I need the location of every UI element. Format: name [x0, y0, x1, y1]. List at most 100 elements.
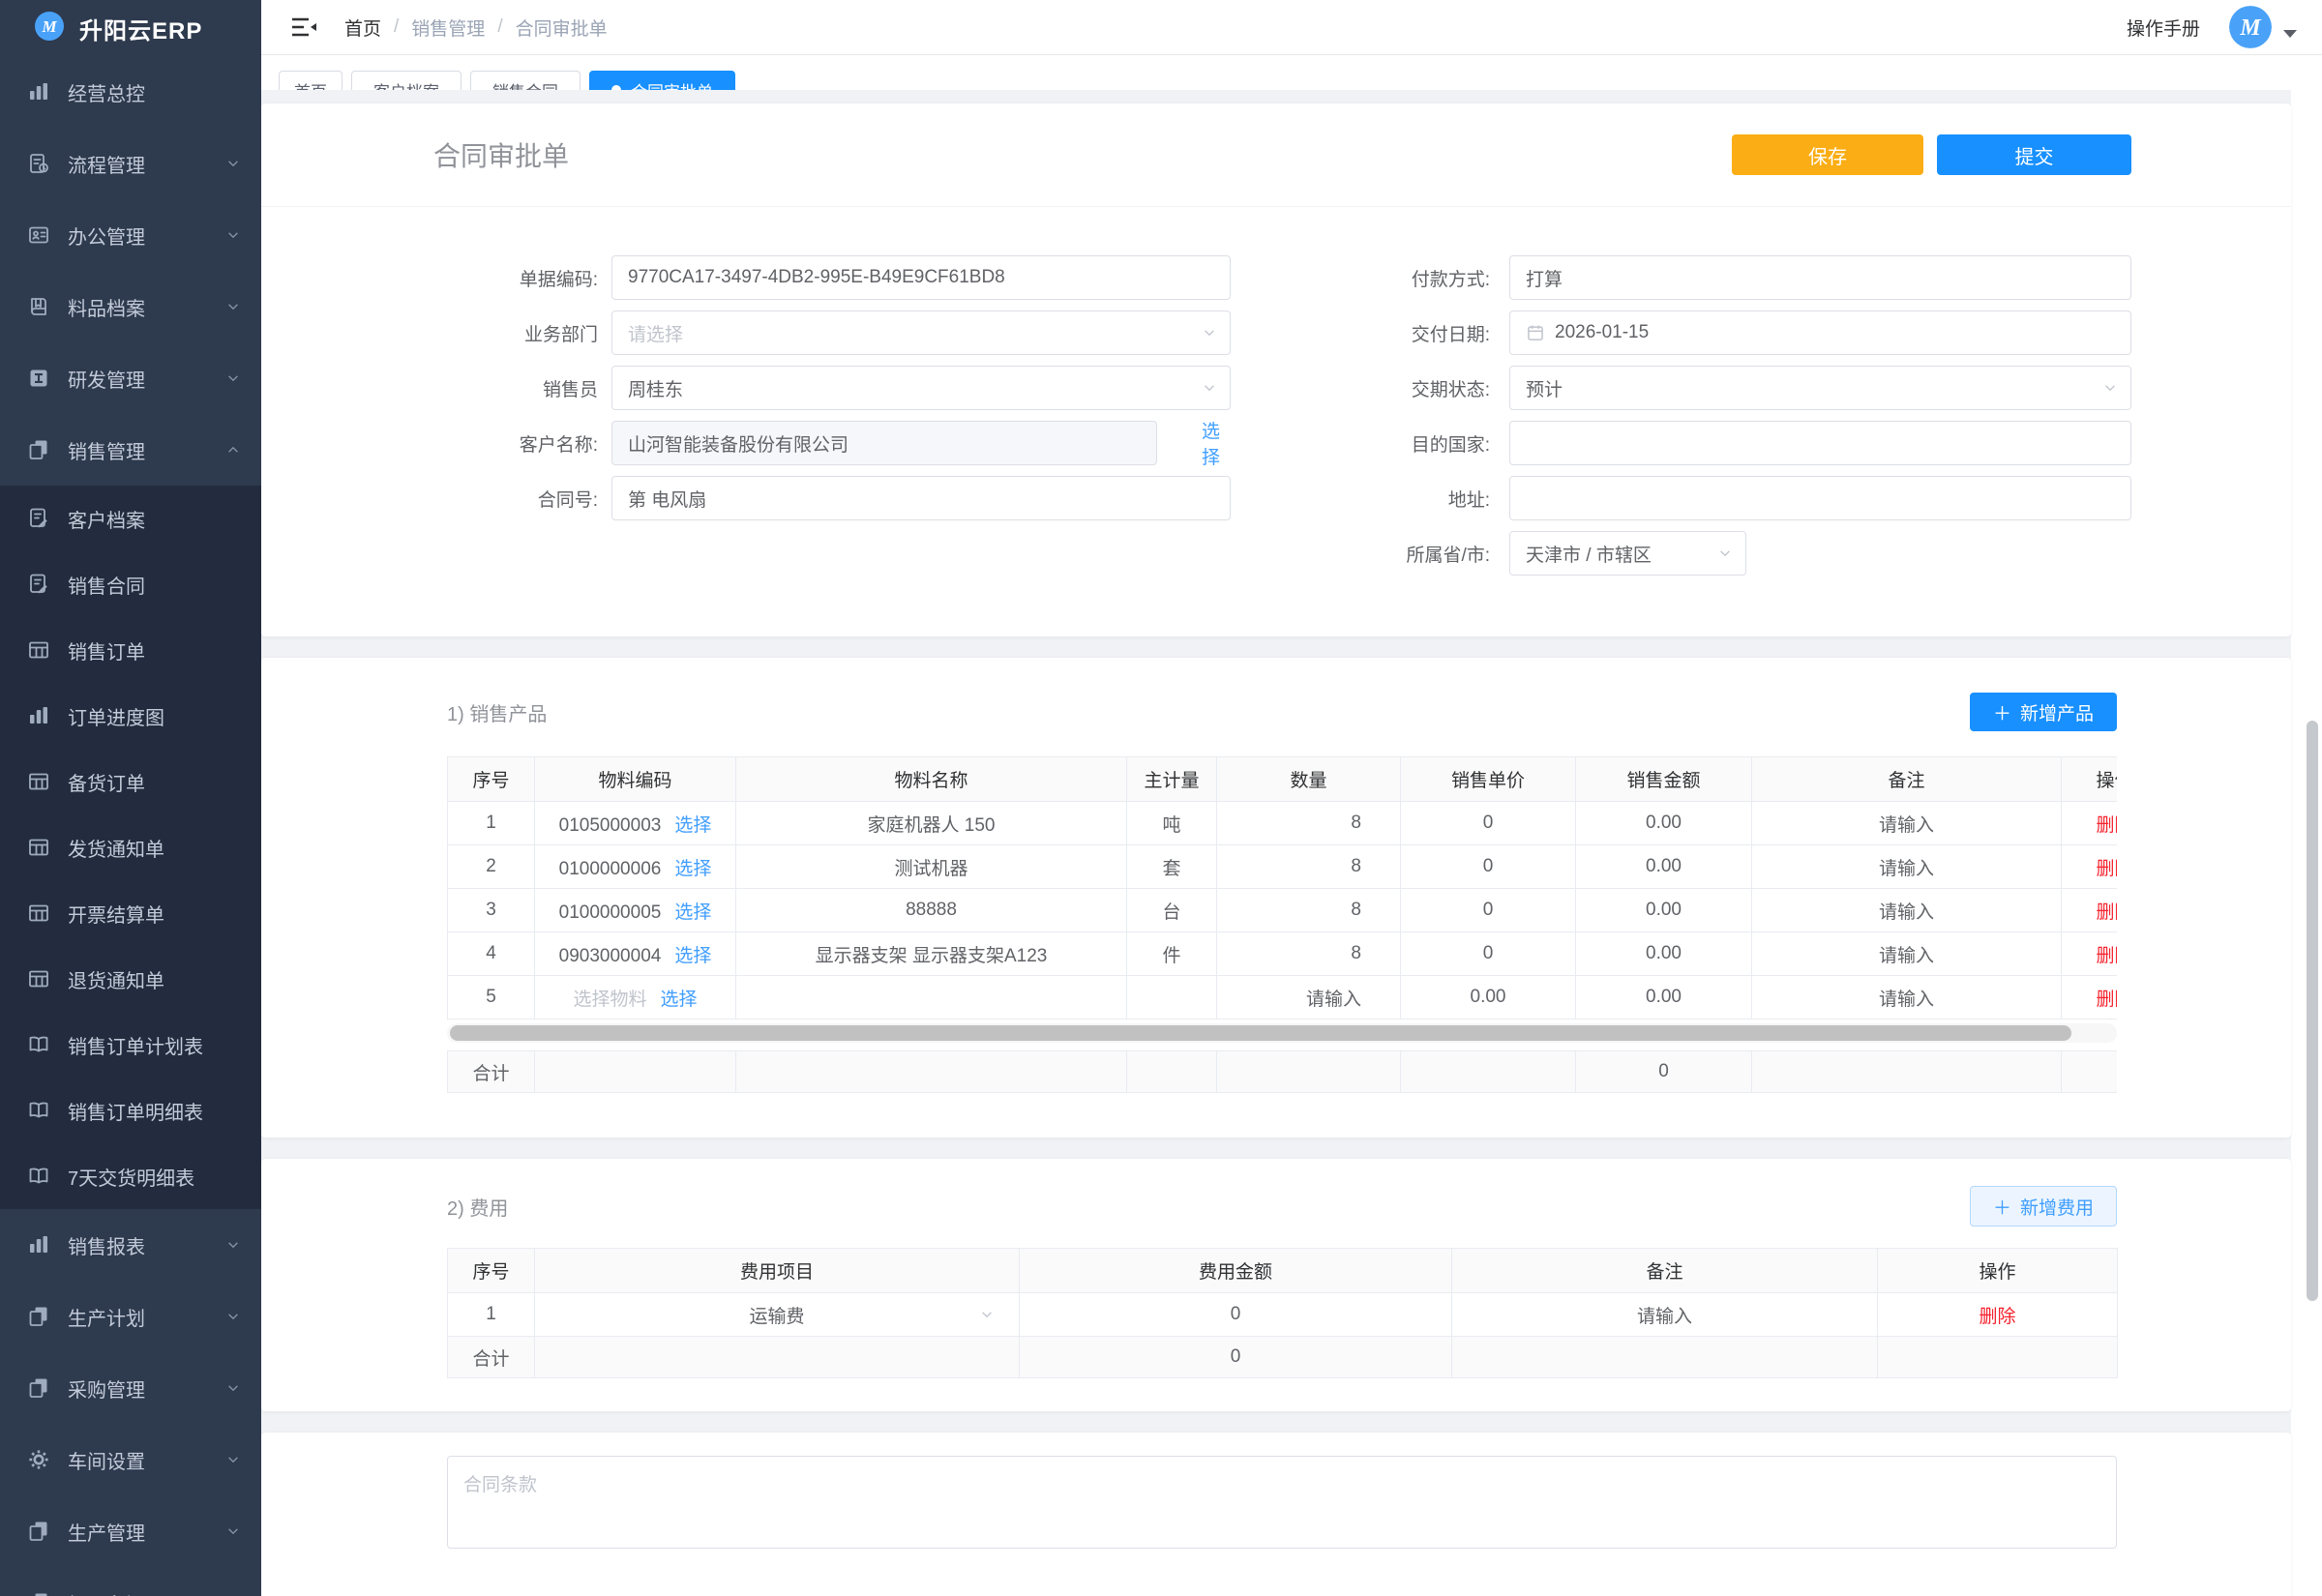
- tab-客户档案[interactable]: 客户档案: [351, 71, 461, 90]
- cell-remark-input[interactable]: 请输入: [1752, 932, 2062, 976]
- product-row-1: 10105000003选择家庭机器人 150吨800.00请输入删除: [448, 802, 2118, 845]
- main-area: 首页/销售管理/合同审批单 操作手册 M 首页客户档案销售合同合同审批单 合同审…: [261, 0, 2322, 1596]
- cell-unit: 件: [1127, 932, 1217, 976]
- products-col-销售金额: 销售金额: [1576, 757, 1752, 802]
- delivery-status-field[interactable]: 预计: [1509, 366, 2131, 410]
- cell-remark-input[interactable]: 请输入: [1752, 802, 2062, 845]
- delete-link[interactable]: 删除: [2096, 815, 2117, 836]
- contract-no-field[interactable]: 第 电风扇: [611, 476, 1231, 520]
- delivery-date-label: 交付日期:: [1345, 320, 1509, 346]
- cell-remark-input[interactable]: 请输入: [1752, 845, 2062, 889]
- save-button[interactable]: 保存: [1732, 134, 1923, 175]
- doc-code-field[interactable]: 9770CA17-3497-4DB2-995E-B49E9CF61BD8: [611, 255, 1231, 300]
- products-hscrollbar-thumb[interactable]: [450, 1025, 2071, 1041]
- delete-link[interactable]: 删除: [2096, 946, 2117, 966]
- chevron-down-icon: [226, 1524, 240, 1538]
- sidebar-item-采购管理[interactable]: 采购管理: [0, 1352, 261, 1424]
- page-title: 合同审批单: [433, 135, 569, 174]
- delete-link[interactable]: 删除: [2096, 859, 2117, 879]
- province-city-field[interactable]: 天津市 / 市辖区: [1509, 531, 1746, 576]
- business-dept-field[interactable]: 请选择: [611, 310, 1231, 355]
- sidebar-subitem-备货订单[interactable]: 备货订单: [0, 749, 261, 814]
- destination-country-field[interactable]: [1509, 421, 2131, 465]
- sidebar-item-车间设置[interactable]: 车间设置: [0, 1424, 261, 1495]
- sidebar-item-销售管理[interactable]: 销售管理: [0, 414, 261, 486]
- cell-price[interactable]: 0: [1401, 932, 1576, 976]
- sidebar-subitem-发货通知单[interactable]: 发货通知单: [0, 814, 261, 880]
- cell-remark-input[interactable]: 请输入: [1452, 1293, 1878, 1337]
- tab-合同审批单[interactable]: 合同审批单: [589, 71, 735, 90]
- tab-label: 首页: [294, 78, 327, 91]
- sidebar-subitem-7天交货明细表[interactable]: 7天交货明细表: [0, 1143, 261, 1209]
- form-card-header: 合同审批单 保存 提交: [261, 103, 2291, 207]
- select-material-link[interactable]: 选择: [674, 859, 711, 879]
- sidebar-subitem-销售订单[interactable]: 销售订单: [0, 617, 261, 683]
- customer-name-select-link[interactable]: 选择: [1202, 417, 1231, 469]
- sidebar-item-办公管理[interactable]: 办公管理: [0, 199, 261, 271]
- cell-fee-amount[interactable]: 0: [1020, 1293, 1452, 1337]
- salesperson-field[interactable]: 周桂东: [611, 366, 1231, 410]
- plus-icon: ＋: [1993, 699, 2011, 725]
- cell-remark-input[interactable]: 请输入: [1752, 889, 2062, 932]
- delete-link[interactable]: 删除: [2096, 902, 2117, 923]
- sidebar-item-流程管理[interactable]: 流程管理: [0, 128, 261, 199]
- cell-unit: 套: [1127, 845, 1217, 889]
- app-logo: M 升阳云ERP: [0, 0, 261, 56]
- cell-qty[interactable]: 8: [1217, 889, 1401, 932]
- sidebar-item-加工车间[interactable]: 加工车间: [0, 1567, 261, 1596]
- manual-link[interactable]: 操作手册: [2127, 15, 2200, 41]
- submit-button[interactable]: 提交: [1937, 134, 2131, 175]
- select-material-link[interactable]: 选择: [674, 946, 711, 966]
- breadcrumb-item-1[interactable]: 首页: [344, 15, 381, 41]
- sidebar-item-研发管理[interactable]: 研发管理: [0, 342, 261, 414]
- field-row-customer-name: 客户名称:山河智能装备股份有限公司选择: [453, 421, 1231, 465]
- add-product-button[interactable]: ＋新增产品: [1970, 693, 2117, 731]
- sidebar-item-label: 销售订单计划表: [68, 1031, 240, 1059]
- cell-price[interactable]: 0.00: [1401, 976, 1576, 1020]
- cell-qty[interactable]: 8: [1217, 845, 1401, 889]
- payment-method-field[interactable]: 打算: [1509, 255, 2131, 300]
- sidebar-subitem-退货通知单[interactable]: 退货通知单: [0, 946, 261, 1012]
- contract-terms-textarea[interactable]: 合同条款: [447, 1456, 2117, 1549]
- user-avatar[interactable]: M: [2229, 6, 2272, 48]
- sidebar-subitem-开票结算单[interactable]: 开票结算单: [0, 880, 261, 946]
- breadcrumb-item-2[interactable]: 销售管理: [411, 15, 485, 41]
- sidebar-item-生产计划[interactable]: 生产计划: [0, 1281, 261, 1352]
- cell-price[interactable]: 0: [1401, 889, 1576, 932]
- sidebar-subitem-客户档案[interactable]: 客户档案: [0, 486, 261, 551]
- address-field[interactable]: [1509, 476, 2131, 520]
- sidebar-subitem-销售合同[interactable]: 销售合同: [0, 551, 261, 617]
- sidebar-item-生产管理[interactable]: 生产管理: [0, 1495, 261, 1567]
- delete-link[interactable]: 删除: [1979, 1307, 2015, 1327]
- sidebar-subitem-销售订单计划表[interactable]: 销售订单计划表: [0, 1012, 261, 1078]
- cell-qty[interactable]: 8: [1217, 932, 1401, 976]
- cell-price[interactable]: 0: [1401, 802, 1576, 845]
- cell-remark-input[interactable]: 请输入: [1752, 976, 2062, 1020]
- sidebar-collapse-icon[interactable]: [290, 15, 317, 39]
- cell-fee-item[interactable]: 运输费: [535, 1293, 1020, 1337]
- tab-销售合同[interactable]: 销售合同: [470, 71, 580, 90]
- page-vscrollbar-thumb[interactable]: [2307, 721, 2318, 1301]
- cell-code: 0100000006选择: [535, 845, 736, 889]
- sidebar: M 升阳云ERP 经营总控流程管理办公管理料品档案研发管理销售管理 客户档案销售…: [0, 0, 261, 1596]
- add-fee-button[interactable]: ＋新增费用: [1970, 1186, 2117, 1227]
- user-menu-caret-icon[interactable]: [2283, 30, 2297, 38]
- customer-name-field[interactable]: 山河智能装备股份有限公司: [611, 421, 1157, 465]
- cell-qty[interactable]: 8: [1217, 802, 1401, 845]
- sidebar-subitem-销售订单明细表[interactable]: 销售订单明细表: [0, 1078, 261, 1143]
- select-material-link[interactable]: 选择: [674, 815, 711, 836]
- sidebar-item-料品档案[interactable]: 料品档案: [0, 271, 261, 342]
- delete-link[interactable]: 删除: [2096, 990, 2117, 1010]
- customer-name-label: 客户名称:: [453, 430, 611, 457]
- delivery-date-field[interactable]: 2026-01-15: [1509, 310, 2131, 355]
- cell-qty[interactable]: 请输入: [1217, 976, 1401, 1020]
- select-material-link[interactable]: 选择: [661, 990, 698, 1010]
- breadcrumb-item-3[interactable]: 合同审批单: [516, 15, 608, 41]
- sidebar-item-销售报表[interactable]: 销售报表: [0, 1209, 261, 1281]
- sidebar-subitem-订单进度图[interactable]: 订单进度图: [0, 683, 261, 749]
- sidebar-item-经营总控[interactable]: 经营总控: [0, 56, 261, 128]
- field-row-delivery-date: 交付日期:2026-01-15: [1345, 310, 2131, 355]
- select-material-link[interactable]: 选择: [674, 902, 711, 923]
- cell-price[interactable]: 0: [1401, 845, 1576, 889]
- tab-首页[interactable]: 首页: [279, 71, 342, 90]
